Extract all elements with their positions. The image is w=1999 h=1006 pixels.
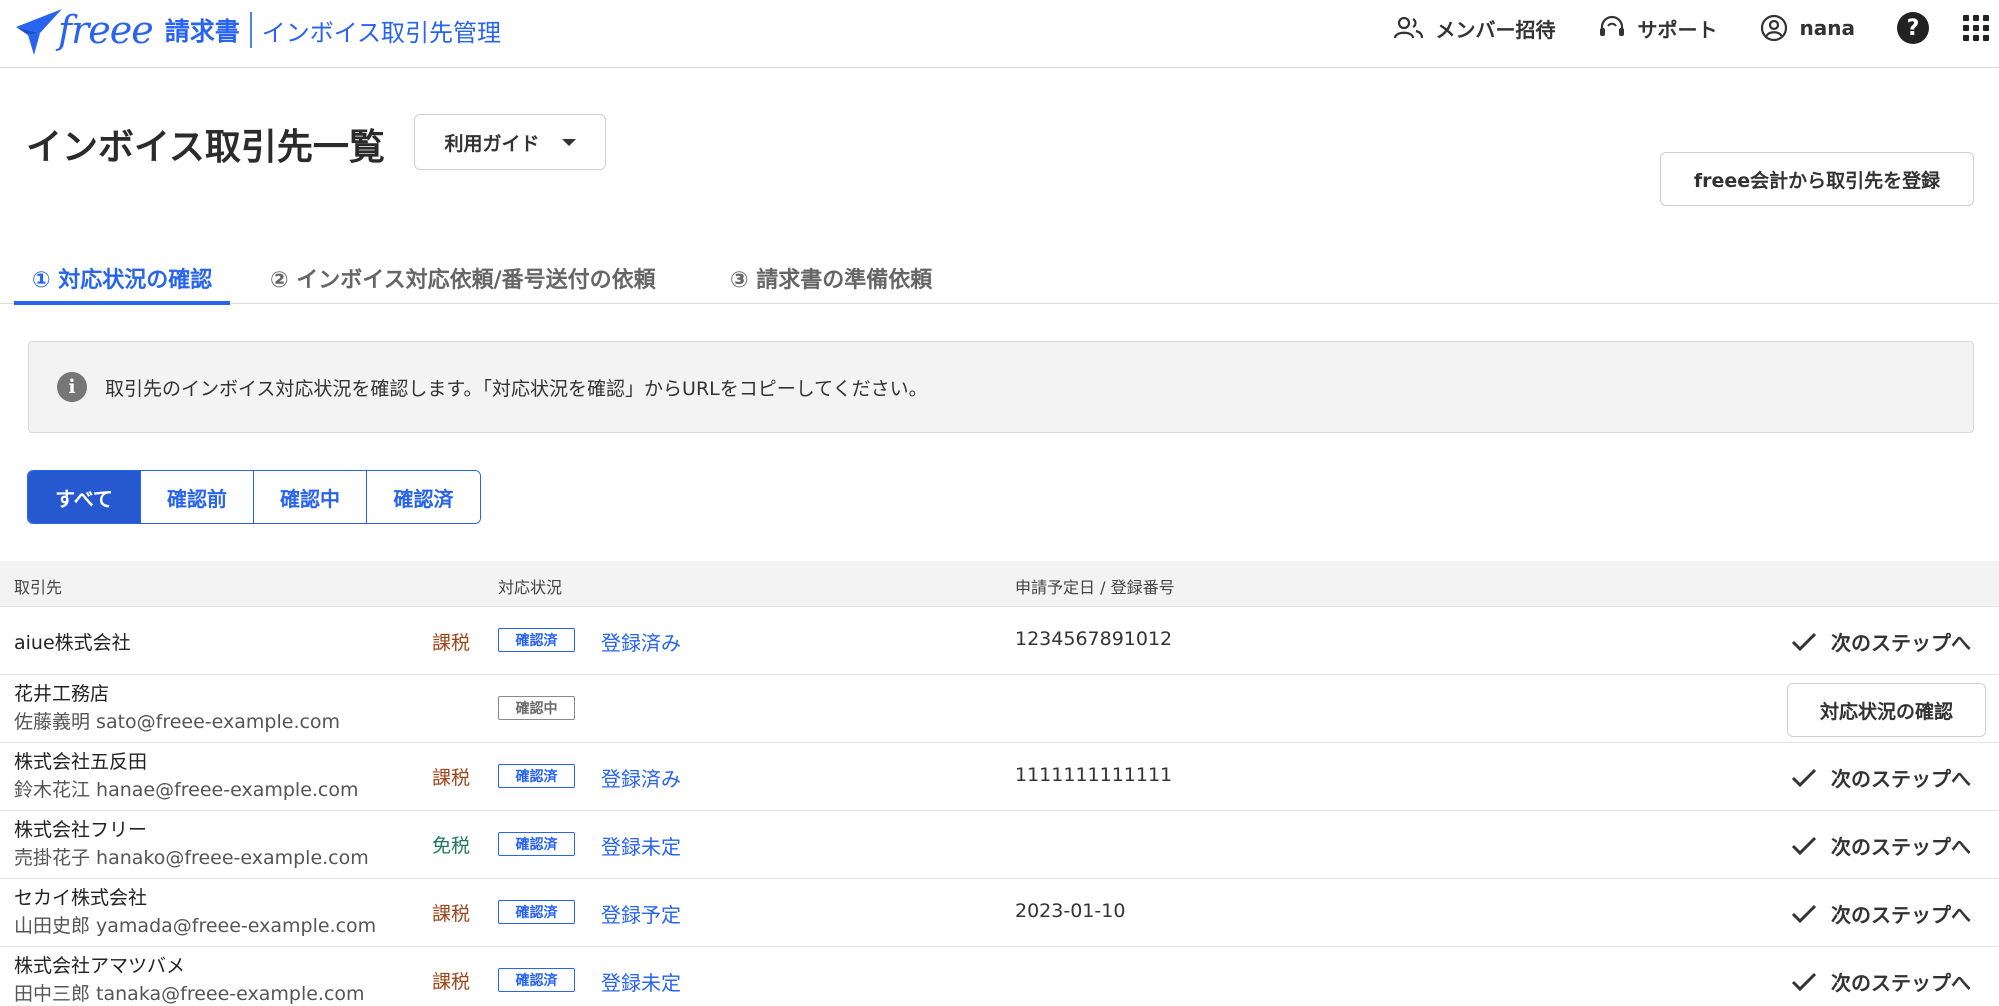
table-row[interactable]: セカイ株式会社 山田史郎 yamada@freee-example.com 課税…: [0, 879, 1999, 947]
tax-type: 課税: [432, 903, 471, 925]
check-icon: [1791, 972, 1817, 991]
next-step-label: 次のステップへ: [1831, 767, 1971, 791]
top-header: freee 請求書 インボイス取引先管理 メンバー招待 サポート nana ?: [0, 0, 1999, 68]
registration-status: 登録未定: [601, 835, 681, 859]
tax-type: 免税: [432, 835, 471, 857]
freee-logo[interactable]: freee 請求書 インボイス取引先管理: [14, 2, 501, 58]
next-step-label: 次のステップへ: [1831, 971, 1971, 995]
registration-status: 登録済み: [601, 631, 681, 655]
tax-type: 課税: [432, 971, 471, 993]
check-icon: [1791, 836, 1817, 855]
bird-logo-icon: [16, 9, 62, 55]
header-actions: メンバー招待 サポート nana ?: [1393, 0, 1999, 56]
header-status: 対応状況: [498, 578, 563, 597]
tab-invoice-prep-request[interactable]: ③ 請求書の準備依頼: [730, 262, 932, 304]
table-header: 取引先 対応状況 申請予定日 / 登録番号: [0, 561, 1999, 607]
status-badge: 確認済: [498, 764, 575, 788]
header-partner: 取引先: [14, 578, 63, 597]
info-icon: i: [57, 372, 87, 402]
help-icon[interactable]: ?: [1897, 12, 1929, 44]
register-from-accounting-button[interactable]: freee会計から取引先を登録: [1660, 152, 1974, 206]
registration-status: 登録済み: [601, 767, 681, 791]
support-label: サポート: [1637, 17, 1718, 42]
status-filter: すべて 確認前 確認中 確認済: [27, 470, 481, 524]
section-name: インボイス取引先管理: [261, 18, 501, 47]
next-step-link[interactable]: 次のステップへ: [1791, 763, 1971, 792]
logo-divider: [249, 12, 252, 48]
people-icon: [1393, 16, 1423, 39]
table-row[interactable]: 株式会社フリー 売掛花子 hanako@freee-example.com 免税…: [0, 811, 1999, 879]
table-row[interactable]: 花井工務店 佐藤義明 sato@freee-example.com 確認中 対応…: [0, 675, 1999, 743]
caret-down-icon: [561, 138, 576, 146]
user-avatar-icon: [1760, 14, 1787, 42]
header-date-number: 申請予定日 / 登録番号: [1015, 578, 1175, 597]
registration-status: 登録予定: [601, 903, 681, 927]
status-badge: 確認中: [498, 696, 575, 720]
usage-guide-dropdown[interactable]: 利用ガイド: [414, 114, 606, 170]
partner-name: 花井工務店: [14, 683, 110, 705]
registration-number: 1234567891012: [1015, 628, 1173, 650]
partner-contact: 田中三郎 tanaka@freee-example.com: [14, 983, 365, 1005]
support-button[interactable]: サポート: [1598, 14, 1718, 43]
next-step-link[interactable]: 次のステップへ: [1791, 967, 1971, 996]
registration-number: 1111111111111: [1015, 764, 1173, 786]
next-step-label: 次のステップへ: [1831, 835, 1971, 859]
check-icon: [1791, 904, 1817, 923]
partner-contact: 佐藤義明 sato@freee-example.com: [14, 711, 341, 733]
partner-contact: 売掛花子 hanako@freee-example.com: [14, 847, 369, 869]
next-step-link[interactable]: 次のステップへ: [1791, 831, 1971, 860]
status-badge: 確認済: [498, 900, 575, 924]
invite-member-button[interactable]: メンバー招待: [1393, 14, 1556, 43]
next-step-label: 次のステップへ: [1831, 631, 1971, 655]
next-step-link[interactable]: 次のステップへ: [1791, 899, 1971, 928]
usage-guide-label: 利用ガイド: [444, 132, 540, 155]
page-title: インボイス取引先一覧: [26, 127, 385, 168]
brand-wordmark: freee: [58, 8, 154, 52]
status-badge: 確認済: [498, 628, 575, 652]
filter-before-check[interactable]: 確認前: [141, 471, 254, 523]
user-name: nana: [1799, 16, 1855, 40]
app-grid-icon[interactable]: [1963, 15, 1989, 41]
registration-status: 登録未定: [601, 971, 681, 995]
invite-member-label: メンバー招待: [1435, 17, 1556, 42]
table-row[interactable]: 株式会社アマツバメ 田中三郎 tanaka@freee-example.com …: [0, 947, 1999, 1006]
next-step-label: 次のステップへ: [1831, 903, 1971, 927]
tab-status-check[interactable]: ① 対応状況の確認: [13, 262, 231, 305]
check-icon: [1791, 632, 1817, 651]
partner-name: 株式会社フリー: [14, 819, 148, 841]
info-text: 取引先のインボイス対応状況を確認します。「対応状況を確認」からURLをコピーして…: [105, 377, 928, 400]
tax-type: 課税: [432, 767, 471, 789]
partner-name: 株式会社アマツバメ: [14, 955, 186, 977]
filter-checking[interactable]: 確認中: [254, 471, 367, 523]
application-date: 2023-01-10: [1015, 900, 1126, 922]
partner-contact: 鈴木花江 hanae@freee-example.com: [14, 779, 359, 801]
check-status-button[interactable]: 対応状況の確認: [1787, 683, 1986, 737]
partner-name: セカイ株式会社: [14, 887, 148, 909]
step-tabs: ① 対応状況の確認 ② インボイス対応依頼/番号送付の依頼 ③ 請求書の準備依頼: [0, 256, 1999, 305]
partner-contact: 山田史郎 yamada@freee-example.com: [14, 915, 377, 937]
table-row[interactable]: aiue株式会社 課税 確認済 登録済み 1234567891012 次のステッ…: [0, 607, 1999, 675]
filter-checked[interactable]: 確認済: [367, 471, 480, 523]
partner-name: aiue株式会社: [14, 632, 131, 654]
tab-invoice-request[interactable]: ② インボイス対応依頼/番号送付の依頼: [270, 262, 656, 304]
check-icon: [1791, 768, 1817, 787]
partner-name: 株式会社五反田: [14, 751, 148, 773]
table-row[interactable]: 株式会社五反田 鈴木花江 hanae@freee-example.com 課税 …: [0, 743, 1999, 811]
tax-type: 課税: [432, 632, 471, 654]
next-step-link[interactable]: 次のステップへ: [1791, 627, 1971, 656]
user-menu-button[interactable]: nana: [1760, 14, 1855, 42]
status-badge: 確認済: [498, 968, 575, 992]
product-name: 請求書: [164, 17, 240, 46]
info-banner: i 取引先のインボイス対応状況を確認します。「対応状況を確認」からURLをコピー…: [28, 341, 1974, 433]
headset-icon: [1599, 15, 1624, 36]
status-badge: 確認済: [498, 832, 575, 856]
filter-all[interactable]: すべて: [28, 471, 141, 523]
